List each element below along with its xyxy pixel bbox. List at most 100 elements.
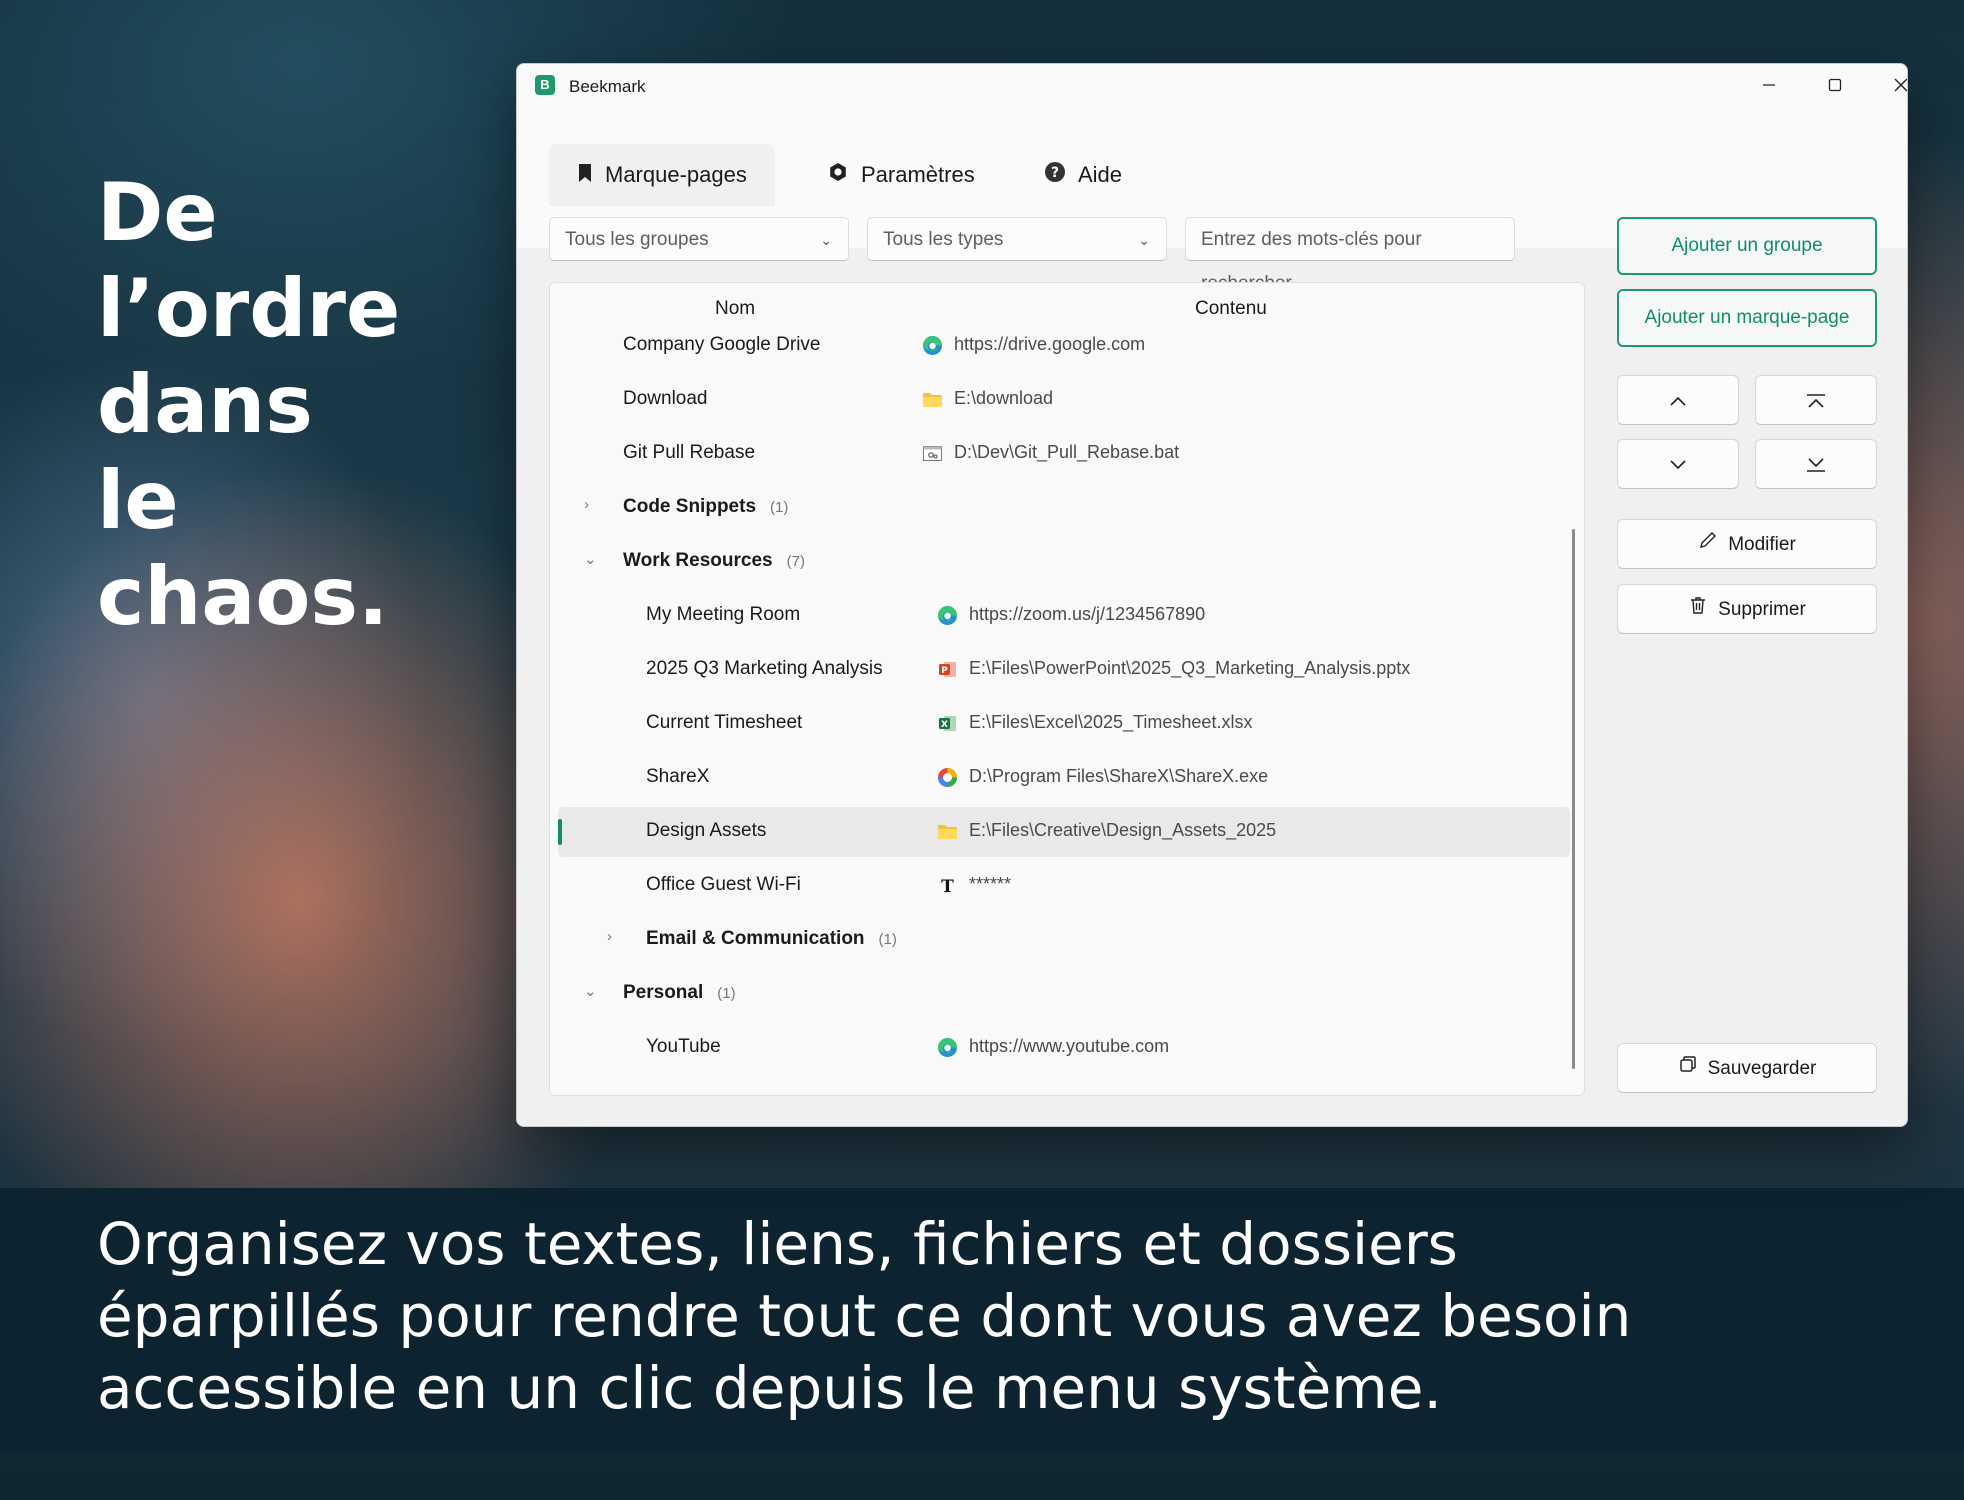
bookmark-content: E:\Files\Excel\2025_Timesheet.xlsx <box>969 712 1253 732</box>
list-rows: Company Google Drive https://drive.google… <box>550 333 1584 1095</box>
type-filter-select[interactable]: Tous les types ⌄ <box>867 217 1167 261</box>
bookmark-name: Current Timesheet <box>646 712 802 734</box>
chevron-down-icon[interactable]: ⌄ <box>584 550 597 568</box>
folder-icon <box>922 389 943 410</box>
bookmark-row[interactable]: ShareX D:\Program Files\ShareX\ShareX.exe <box>550 753 1570 803</box>
name-text: Company Google Drive <box>623 334 821 355</box>
move-down-button[interactable] <box>1617 439 1739 489</box>
bookmark-icon <box>577 145 593 207</box>
tab-label: Marque-pages <box>605 162 747 187</box>
bookmark-content: E:\Files\PowerPoint\2025_Q3_Marketing_An… <box>969 658 1411 678</box>
svg-text:X: X <box>941 720 948 730</box>
group-filter-select[interactable]: Tous les groupes ⌄ <box>549 217 849 261</box>
gear-icon <box>827 145 849 207</box>
bookmark-name: Git Pull Rebase <box>623 442 755 464</box>
maximize-icon <box>1828 78 1842 92</box>
search-input[interactable]: Entrez des mots-clés pour rechercher... <box>1185 217 1515 294</box>
chevron-right-icon[interactable]: › <box>607 928 612 945</box>
headline-line: dans <box>97 358 313 451</box>
bookmark-name: Download <box>623 388 708 410</box>
name-text: Current Timesheet <box>646 712 803 733</box>
bookmark-name: YouTube <box>646 1036 721 1058</box>
add-group-button[interactable]: Ajouter un groupe <box>1617 217 1877 275</box>
headline-line: l’ordre <box>97 262 401 355</box>
bookmark-row[interactable]: Office Guest Wi-Fi T ****** <box>550 861 1570 911</box>
group-name: Email & Communication (1) <box>646 928 897 950</box>
tab-bookmarks[interactable]: Marque-pages <box>549 144 775 206</box>
column-header-name[interactable]: Nom <box>715 298 755 320</box>
move-to-bottom-button[interactable] <box>1755 439 1877 489</box>
tab-label: Aide <box>1078 162 1123 187</box>
group-row[interactable]: › Code Snippets (1) <box>550 483 1570 533</box>
move-up-button[interactable] <box>1617 375 1739 425</box>
group-name: Code Snippets (1) <box>623 496 788 518</box>
column-header-content[interactable]: Contenu <box>1195 298 1267 320</box>
name-text: Work Resources <box>623 550 773 571</box>
group-name: Work Resources (7) <box>623 550 805 572</box>
pencil-icon <box>1698 520 1718 570</box>
add-bookmark-button[interactable]: Ajouter un marque-page <box>1617 289 1877 347</box>
bookmark-row[interactable]: Download E:\download <box>550 375 1570 425</box>
bookmark-row[interactable]: My Meeting Room https://zoom.us/j/1234567… <box>550 591 1570 641</box>
title-bar[interactable]: B Beekmark <box>517 64 1907 108</box>
selection-indicator <box>558 819 562 845</box>
bookmark-row[interactable]: Git Pull Rebase D:\Dev\Git_Pull_Rebase.ba… <box>550 429 1570 479</box>
svg-text:?: ? <box>1051 165 1059 181</box>
app-window: B Beekmark Marque-pages Paramètres ? Aid… <box>516 63 1908 1127</box>
bookmark-name: Office Guest Wi-Fi <box>646 874 801 896</box>
window-title: Beekmark <box>569 77 646 96</box>
svg-text:T: T <box>941 877 954 896</box>
name-text: Personal <box>623 982 704 1003</box>
group-count: (1) <box>717 985 736 1002</box>
minimize-icon <box>1763 84 1775 86</box>
name-text: My Meeting Room <box>646 604 801 625</box>
bookmark-row[interactable]: Design Assets E:\Files\Creative\Design_As… <box>558 807 1570 857</box>
maximize-button[interactable] <box>1807 64 1863 108</box>
bookmark-content: D:\Program Files\ShareX\ShareX.exe <box>969 766 1269 786</box>
delete-button[interactable]: Supprimer <box>1617 584 1877 634</box>
bookmark-content: https://drive.google.com <box>954 334 1146 354</box>
bookmark-list[interactable]: Nom Contenu Company Google Drive https://… <box>549 282 1585 1096</box>
app-logo-icon: B <box>535 75 555 95</box>
bookmark-row[interactable]: YouTube https://www.youtube.com <box>550 1023 1570 1073</box>
group-row[interactable]: › Email & Communication (1) <box>550 915 1570 965</box>
close-button[interactable] <box>1873 64 1907 108</box>
name-text: Design Assets <box>646 820 767 841</box>
minimize-button[interactable] <box>1741 64 1797 108</box>
name-text: Git Pull Rebase <box>623 442 756 463</box>
edit-label: Modifier <box>1728 534 1796 556</box>
delete-label: Supprimer <box>1718 599 1806 621</box>
move-to-top-button[interactable] <box>1755 375 1877 425</box>
bookmark-row[interactable]: 2025 Q3 Marketing Analysis P E:\Files\Powe… <box>550 645 1570 695</box>
trash-icon <box>1688 585 1708 635</box>
bookmark-name: My Meeting Room <box>646 604 800 626</box>
group-count: (1) <box>878 931 897 948</box>
group-row[interactable]: ⌄ Personal (1) <box>550 969 1570 1019</box>
bookmark-content: D:\Dev\Git_Pull_Rebase.bat <box>954 442 1180 462</box>
chevron-down-icon[interactable]: ⌄ <box>584 982 597 1000</box>
name-text: Email & Communication <box>646 928 865 949</box>
hero-tagline: Organisez vos textes, liens, fichiers et… <box>97 1208 1877 1424</box>
close-icon <box>1894 78 1907 92</box>
tab-settings[interactable]: Paramètres <box>827 144 975 206</box>
hero-headline: De l’ordre dans le chaos. <box>97 165 400 645</box>
tagline-line: Organisez vos textes, liens, fichiers et… <box>97 1210 1458 1278</box>
edge-icon <box>937 1037 958 1058</box>
bookmark-content: https://www.youtube.com <box>969 1036 1170 1056</box>
edge-icon <box>922 335 943 356</box>
bookmark-name: Company Google Drive <box>623 334 820 356</box>
tab-help[interactable]: ? Aide <box>1044 144 1122 206</box>
edit-button[interactable]: Modifier <box>1617 519 1877 569</box>
group-row[interactable]: ⌄ Work Resources (7) <box>550 537 1570 587</box>
help-icon: ? <box>1044 145 1066 207</box>
bookmark-row[interactable]: Current Timesheet X E:\Files\Excel\2025_Ti… <box>550 699 1570 749</box>
name-text: Code Snippets <box>623 496 757 517</box>
bookmark-row[interactable]: Company Google Drive https://drive.google… <box>550 321 1570 371</box>
name-text: Office Guest Wi-Fi <box>646 874 801 895</box>
tagline-line: accessible en un clic depuis le menu sys… <box>97 1354 1442 1422</box>
save-button[interactable]: Sauvegarder <box>1617 1043 1877 1093</box>
batch-file-icon <box>922 443 943 464</box>
name-text: Download <box>623 388 708 409</box>
scrollbar[interactable] <box>1572 529 1575 1069</box>
chevron-right-icon[interactable]: › <box>584 496 589 513</box>
